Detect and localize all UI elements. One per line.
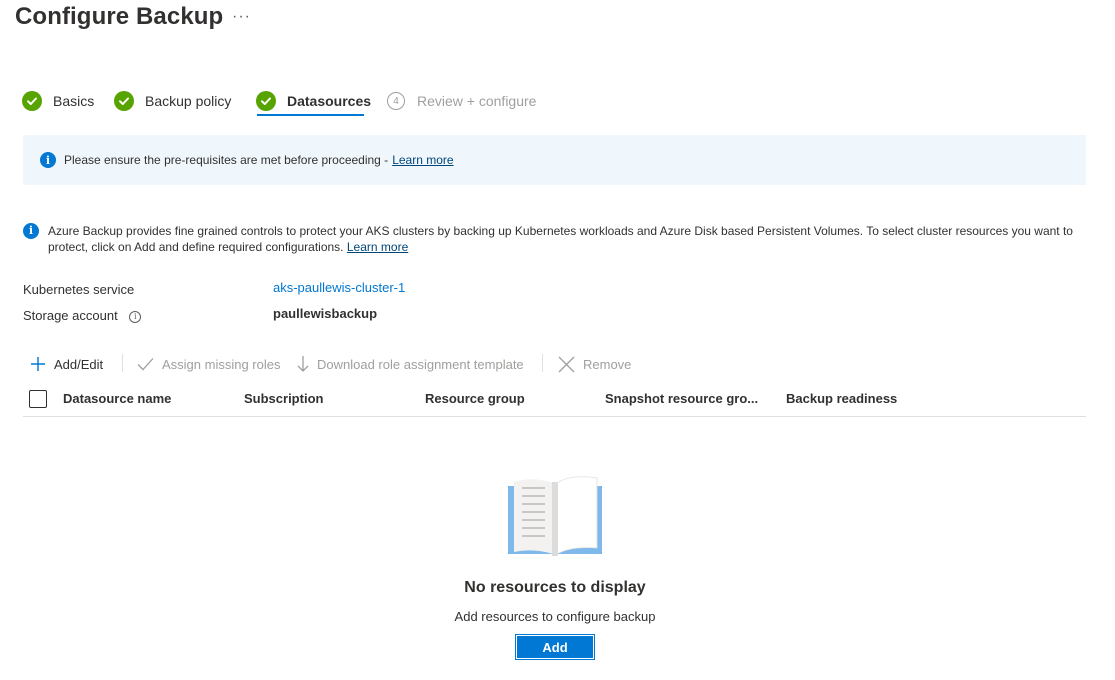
column-header-backup-readiness[interactable]: Backup readiness bbox=[786, 391, 897, 406]
page-title: Configure Backup bbox=[15, 3, 224, 30]
table-header: Datasource name Subscription Resource gr… bbox=[23, 385, 1086, 417]
info-icon[interactable]: i bbox=[129, 310, 142, 323]
close-icon bbox=[558, 356, 575, 372]
step-label: Backup policy bbox=[145, 93, 232, 109]
step-datasources[interactable]: Datasources bbox=[256, 86, 371, 116]
column-header-snapshot-resource-group[interactable]: Snapshot resource gro... bbox=[605, 391, 758, 406]
select-all-checkbox[interactable] bbox=[29, 390, 47, 408]
description-text: Azure Backup provides fine grained contr… bbox=[48, 223, 1093, 255]
step-basics[interactable]: Basics bbox=[22, 86, 94, 116]
column-header-resource-group[interactable]: Resource group bbox=[425, 391, 525, 406]
more-actions-button[interactable]: ··· bbox=[232, 8, 251, 26]
add-button[interactable]: Add bbox=[515, 634, 595, 660]
step-number-badge: 4 bbox=[387, 92, 405, 110]
banner-learn-more-link[interactable]: Learn more bbox=[392, 153, 453, 167]
download-template-button[interactable]: Download role assignment template bbox=[297, 352, 524, 376]
remove-button[interactable]: Remove bbox=[558, 352, 631, 376]
step-label: Datasources bbox=[287, 93, 372, 109]
step-label: Basics bbox=[53, 93, 95, 109]
remove-label: Remove bbox=[583, 356, 632, 372]
check-circle-icon bbox=[22, 91, 42, 111]
prerequisites-banner: i Please ensure the pre-requisites are m… bbox=[23, 135, 1086, 185]
check-circle-icon bbox=[114, 91, 134, 111]
step-review-configure[interactable]: 4 Review + configure bbox=[387, 86, 536, 116]
active-step-indicator bbox=[257, 114, 364, 116]
step-label: Review + configure bbox=[417, 93, 537, 109]
check-circle-icon bbox=[256, 91, 276, 111]
download-arrow-icon bbox=[297, 356, 309, 372]
empty-state-title: No resources to display bbox=[464, 579, 646, 596]
info-icon: i bbox=[23, 223, 39, 239]
column-header-subscription[interactable]: Subscription bbox=[244, 391, 323, 406]
download-template-label: Download role assignment template bbox=[317, 356, 524, 372]
kubernetes-service-link[interactable]: aks-paullewis-cluster-1 bbox=[273, 280, 405, 295]
storage-account-value: paullewisbackup bbox=[273, 306, 378, 321]
toolbar-divider bbox=[122, 354, 123, 372]
description-learn-more-link[interactable]: Learn more bbox=[347, 240, 408, 254]
assign-roles-label: Assign missing roles bbox=[162, 356, 281, 372]
description: i Azure Backup provides fine grained con… bbox=[23, 223, 1093, 255]
add-edit-label: Add/Edit bbox=[54, 356, 104, 372]
add-edit-button[interactable]: Add/Edit bbox=[30, 352, 103, 376]
empty-state-subtitle: Add resources to configure backup bbox=[454, 609, 656, 624]
column-header-datasource-name[interactable]: Datasource name bbox=[63, 391, 171, 406]
step-backup-policy[interactable]: Backup policy bbox=[114, 86, 231, 116]
checkmark-icon bbox=[137, 358, 154, 371]
description-body: Azure Backup provides fine grained contr… bbox=[48, 224, 1073, 254]
storage-account-label: Storage account bbox=[23, 308, 118, 323]
kubernetes-service-label: Kubernetes service bbox=[23, 282, 135, 297]
plus-icon bbox=[31, 357, 45, 371]
assign-missing-roles-button[interactable]: Assign missing roles bbox=[137, 352, 281, 376]
storage-account-label-row: Storage account i bbox=[23, 308, 142, 323]
banner-text: Please ensure the pre-requisites are met… bbox=[64, 153, 389, 167]
toolbar-divider bbox=[542, 354, 543, 372]
open-book-icon bbox=[508, 476, 602, 556]
info-icon: i bbox=[40, 152, 56, 168]
